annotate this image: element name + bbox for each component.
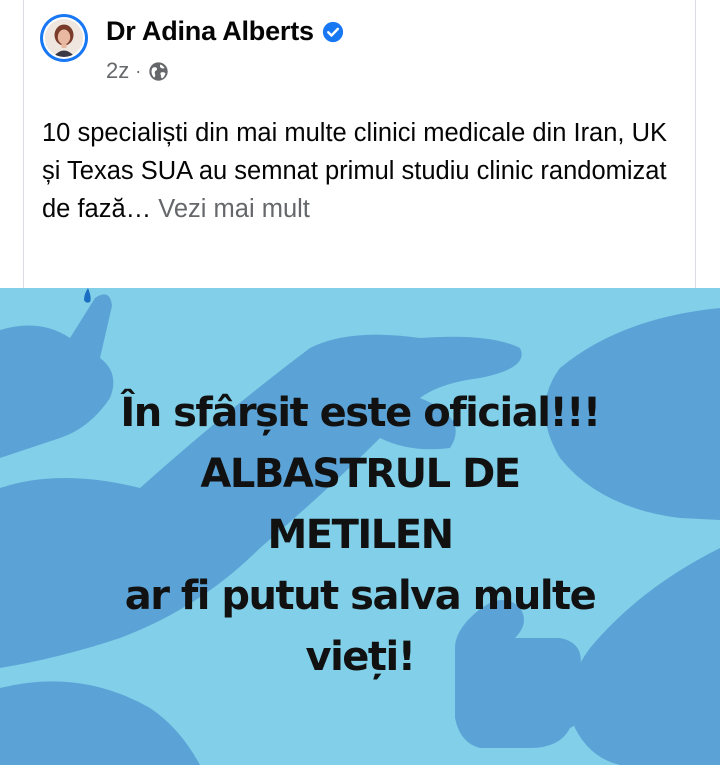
headline-line-5: vieți! [305,634,417,680]
facebook-post: Dr Adina Alberts 2z · 10 specialiști din… [0,0,720,765]
card-border-right [695,0,696,288]
post-header: Dr Adina Alberts 2z · [40,14,680,86]
post-text: 10 specialiști din mai multe clinici med… [42,114,682,228]
meta-separator: · [135,60,142,81]
verified-badge-icon [322,21,343,42]
headline-line-3: METILEN [267,512,454,558]
author-name[interactable]: Dr Adina Alberts [106,16,314,47]
post-timestamp[interactable]: 2z [106,58,129,84]
see-more-link[interactable]: Vezi mai mult [158,195,310,223]
avatar-photo [45,19,83,57]
avatar[interactable] [40,14,88,62]
post-image[interactable]: În sfârșit este oficial!!! ALBASTRUL DE … [0,288,720,765]
post-body: 10 specialiști din mai multe clinici med… [42,119,668,223]
image-headline: În sfârșit este oficial!!! ALBASTRUL DE … [0,383,720,688]
headline-line-2: ALBASTRUL DE [200,451,521,497]
card-border-left [23,0,24,288]
headline-line-1: În sfârșit este oficial!!! [120,390,601,436]
headline-line-4: ar fi putut salva multe [124,573,597,619]
globe-icon [149,61,168,81]
